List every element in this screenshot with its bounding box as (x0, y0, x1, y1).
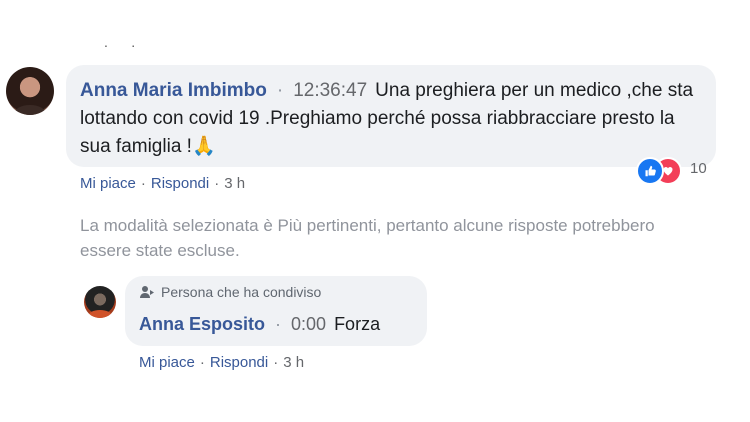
reaction-summary[interactable]: 10 (636, 157, 716, 185)
reply-actions: Mi piace · Rispondi · 3 h (139, 354, 304, 371)
comment-author[interactable]: Anna Maria Imbimbo (80, 80, 267, 101)
sharer-badge-label: Persona che ha condiviso (161, 284, 322, 300)
dot-separator: · (214, 175, 220, 192)
reply-author[interactable]: Anna Esposito (139, 314, 265, 334)
filter-notice: La modalità selezionata è Più pertinenti… (80, 216, 655, 260)
comment-time: 12:36:47 (293, 80, 368, 101)
timestamp-link[interactable]: 3 h (224, 175, 245, 192)
reply-time: 0:00 (291, 314, 327, 334)
comment-bubble: Anna Maria Imbimbo · 12:36:47 Una preghiera… (66, 65, 716, 167)
avatar[interactable] (84, 286, 116, 318)
like-link[interactable]: Mi piace (80, 175, 136, 192)
reply-bubble: Persona che ha condiviso Anna Esposito · 0… (125, 276, 427, 346)
reply-link[interactable]: Rispondi (151, 175, 209, 192)
reply-text: Anna Esposito · 0:00 Forza (139, 312, 380, 336)
top-dots: . . (104, 34, 136, 50)
person-share-icon (140, 286, 154, 298)
sharer-badge: Persona che ha condiviso (139, 284, 321, 300)
reaction-count: 10 (690, 160, 707, 177)
separator: · (276, 80, 284, 101)
comment-actions: Mi piace · Rispondi · 3 h (80, 175, 245, 192)
like-link[interactable]: Mi piace (139, 354, 195, 371)
timestamp-link[interactable]: 3 h (283, 354, 304, 371)
dot-separator: · (140, 175, 146, 192)
reply-link[interactable]: Rispondi (210, 354, 268, 371)
separator: · (275, 314, 282, 334)
avatar[interactable] (6, 67, 54, 115)
dot-separator: · (273, 354, 279, 371)
dot-separator: · (199, 354, 205, 371)
praying-hands-emoji: 🙏 (191, 136, 216, 157)
like-icon (636, 157, 664, 185)
reply-body: Forza (334, 314, 381, 334)
comment-text: Anna Maria Imbimbo · 12:36:47 Una preghiera… (80, 77, 700, 161)
